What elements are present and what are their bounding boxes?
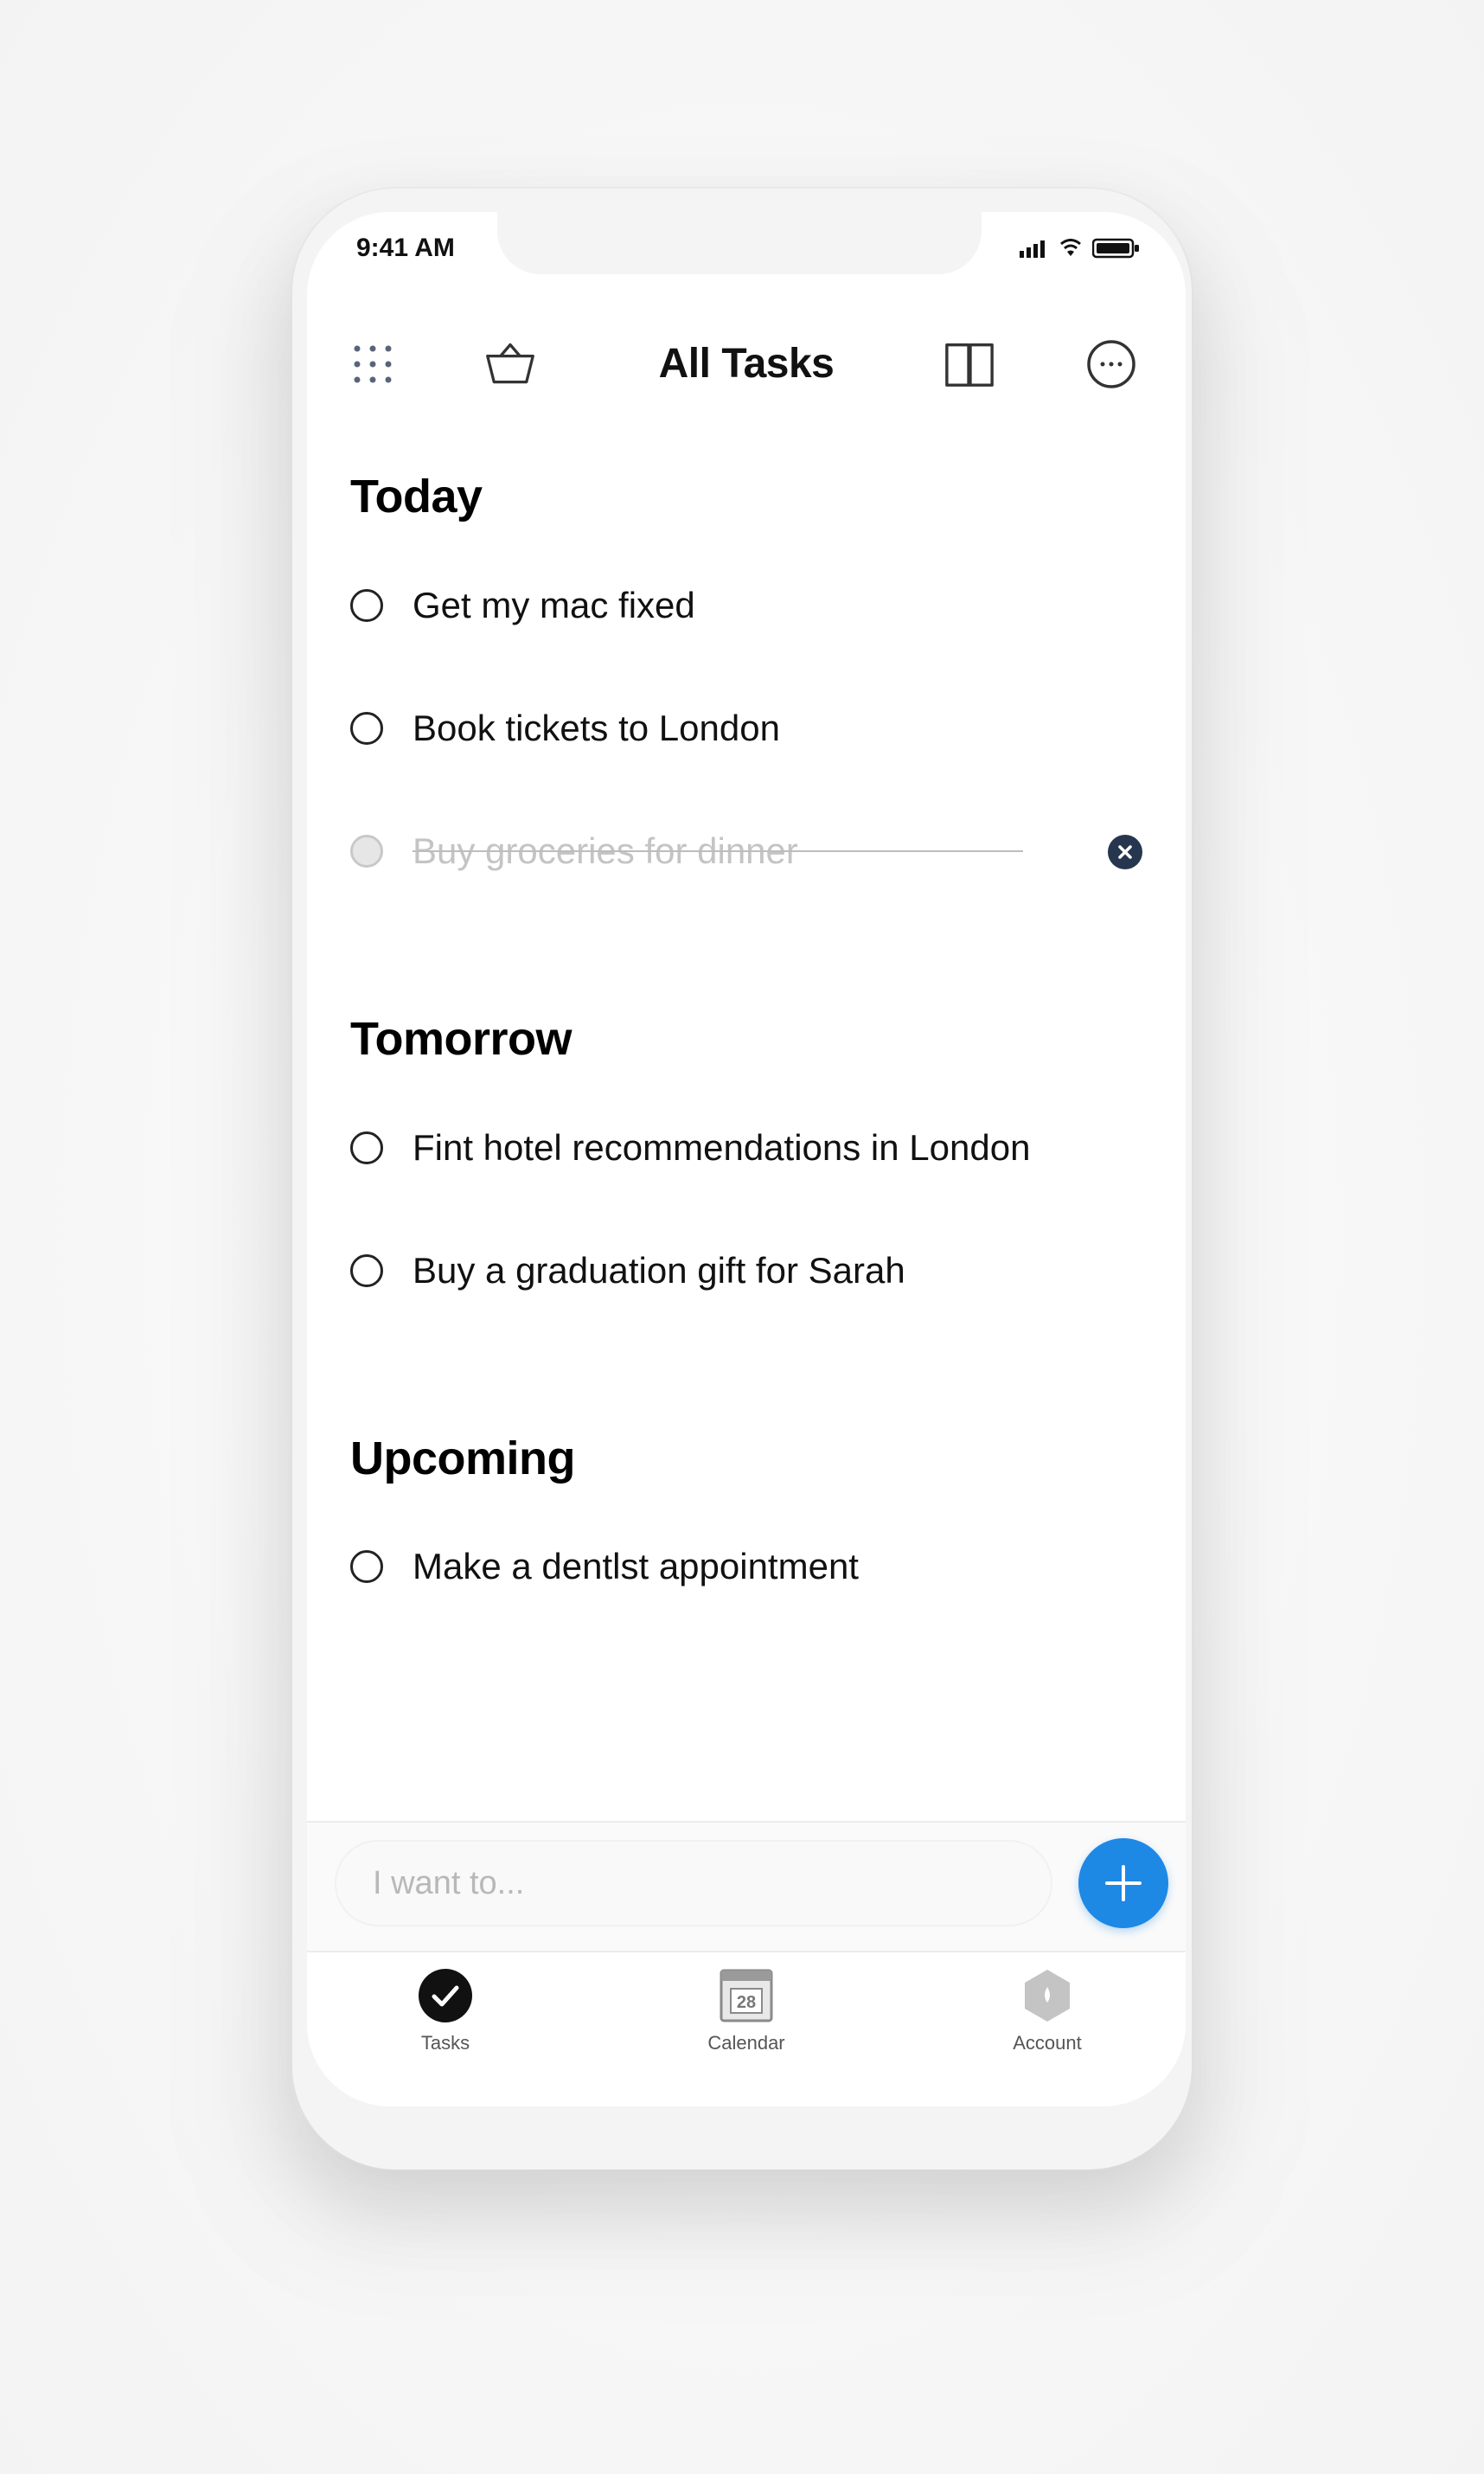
task-item[interactable]: Get my mac fixed <box>350 578 1129 633</box>
hexagon-icon <box>1025 1970 1070 2022</box>
task-item[interactable]: Fint hotel recommendations in London <box>350 1120 1129 1176</box>
task-checkbox[interactable] <box>350 1550 383 1583</box>
delete-icon[interactable] <box>1108 835 1142 869</box>
task-label: Get my mac fixed <box>413 585 695 625</box>
new-task-input[interactable] <box>335 1840 1052 1926</box>
phone-notch <box>497 212 982 274</box>
section-title-upcoming: Upcoming <box>350 1432 576 1484</box>
task-label: Book tickets to London <box>413 708 780 748</box>
section-title-today: Today <box>350 471 483 522</box>
task-item[interactable]: Buy a graduation gift for Sarah <box>350 1243 1129 1298</box>
task-label: Buy a graduation gift for Sarah <box>413 1250 905 1291</box>
book-icon[interactable] <box>943 338 995 390</box>
checkmark-circle-icon <box>419 1969 472 2022</box>
tab-account[interactable]: Account <box>961 1968 1134 2054</box>
task-label: Fint hotel recommendations in London <box>413 1127 1031 1168</box>
status-time: 9:41 AM <box>356 234 455 262</box>
more-icon[interactable] <box>1085 338 1137 390</box>
app-screen: 9:41 AM All Tasks Today Get my mac fixed… <box>307 212 1186 2106</box>
wifi-icon <box>1059 239 1082 262</box>
status-icons <box>1020 238 1141 263</box>
tab-calendar[interactable]: 28 Calendar <box>660 1968 833 2054</box>
signal-icon <box>1020 239 1049 262</box>
tab-label: Account <box>1013 2032 1082 2054</box>
stage: 9:41 AM All Tasks Today Get my mac fixed… <box>0 0 1484 2474</box>
tab-bar: Tasks 28 Calendar Account <box>307 1951 1186 2106</box>
strikethrough-line <box>413 850 1023 852</box>
plus-icon <box>1105 1865 1142 1901</box>
task-checkbox[interactable] <box>350 589 383 622</box>
tab-tasks[interactable]: Tasks <box>359 1968 532 2054</box>
task-composer <box>307 1821 1186 1952</box>
task-checkbox[interactable] <box>350 1254 383 1287</box>
task-item[interactable]: Book tickets to London <box>350 701 1129 756</box>
task-checkbox[interactable] <box>350 1131 383 1164</box>
task-item[interactable]: Make a dentlst appointment <box>350 1539 1129 1594</box>
task-item-completed[interactable]: Buy groceries for dinner <box>350 824 1142 879</box>
task-checkbox[interactable] <box>350 712 383 745</box>
tab-label: Calendar <box>707 2032 785 2054</box>
task-checkbox-checked[interactable] <box>350 835 383 868</box>
svg-text:28: 28 <box>737 1993 756 2012</box>
section-title-tomorrow: Tomorrow <box>350 1013 572 1065</box>
tab-label: Tasks <box>420 2032 470 2054</box>
add-task-button[interactable] <box>1078 1838 1168 1928</box>
nav-bar: All Tasks <box>307 316 1186 402</box>
page-title: All Tasks <box>658 341 835 387</box>
calendar-icon: 28 <box>720 1969 773 2022</box>
task-label: Make a dentlst appointment <box>413 1546 859 1586</box>
battery-icon <box>1091 238 1141 263</box>
